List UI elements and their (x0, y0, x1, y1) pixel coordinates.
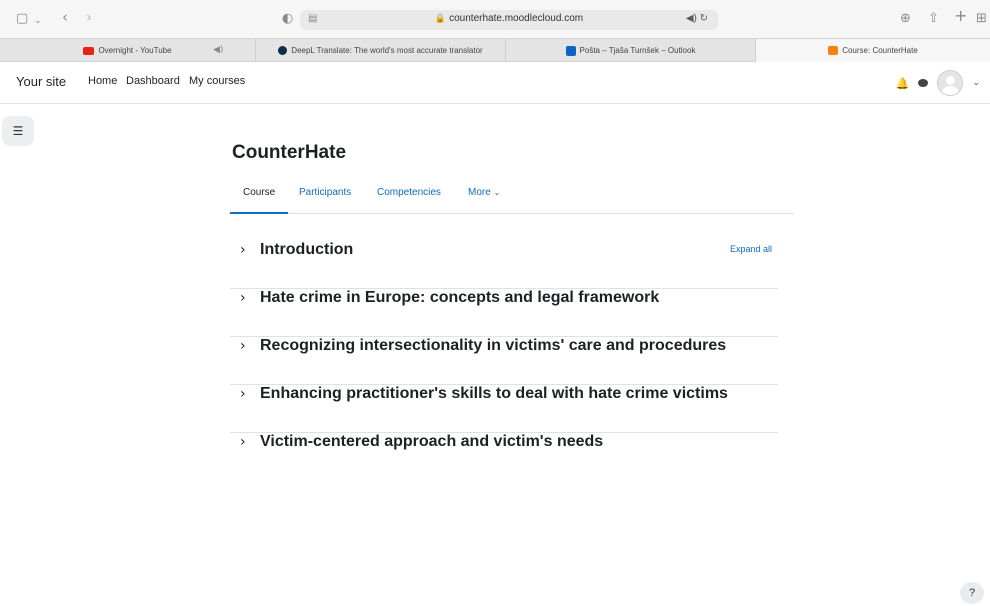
browser-toolbar: ▢ ⌄ ‹ › ◐ ▤ 🔒 counterhate.moodlecloud.com… (0, 0, 990, 38)
tab-label: Pošta – Tjaša Turnšek – Outlook (579, 46, 696, 55)
tab-participants[interactable]: Participants (299, 187, 351, 198)
section-title[interactable]: Victim-centered approach and victim's ne… (260, 433, 603, 451)
browser-tabs: Overnight - YouTube ◀) DeepL Translate: … (0, 38, 990, 62)
nav-home[interactable]: Home (88, 75, 117, 87)
section-title[interactable]: Introduction (260, 241, 353, 259)
deepl-icon (278, 46, 288, 55)
chevron-right-icon[interactable]: › (240, 241, 246, 259)
chevron-down-icon: ⌄ (493, 188, 501, 197)
user-avatar[interactable] (937, 70, 964, 96)
active-tab-indicator (230, 212, 288, 214)
chevron-down-icon[interactable]: ⌄ (34, 13, 42, 29)
new-tab-icon[interactable]: + (954, 8, 967, 24)
section-title[interactable]: Enhancing practitioner's skills to deal … (260, 385, 728, 403)
tab-overview-icon[interactable]: ⊞ (976, 11, 987, 27)
course-section[interactable]: › Enhancing practitioner's skills to dea… (230, 385, 778, 433)
user-nav-icons: 🔔 ⌄ (896, 70, 980, 96)
chevron-down-icon[interactable]: ⌄ (972, 78, 980, 88)
page-title: CounterHate (232, 142, 347, 163)
youtube-icon (83, 46, 95, 55)
address-bar[interactable]: ▤ 🔒 counterhate.moodlecloud.com ◀) ↻ (300, 10, 718, 30)
course-section[interactable]: › Introduction Expand all (230, 241, 778, 289)
speaker-icon[interactable]: ◀) (213, 45, 223, 55)
chevron-right-icon[interactable]: › (240, 385, 246, 403)
site-brand[interactable]: Your site (16, 74, 66, 89)
expand-all-link[interactable]: Expand all (730, 244, 772, 254)
tab-label: Overnight - YouTube (98, 46, 172, 55)
tab-more[interactable]: More ⌄ (468, 187, 500, 198)
course-section[interactable]: › Hate crime in Europe: concepts and leg… (230, 289, 778, 337)
chevron-right-icon[interactable]: › (240, 433, 246, 451)
tab-label: Course: CounterHate (842, 46, 918, 55)
sidebar-toggle-icon[interactable]: ▢ (16, 11, 28, 27)
nav-dashboard[interactable]: Dashboard (126, 75, 180, 87)
tab-deepl[interactable]: DeepL Translate: The world's most accura… (256, 39, 506, 62)
tab-label: DeepL Translate: The world's most accura… (291, 46, 483, 55)
back-icon[interactable]: ‹ (62, 9, 68, 25)
chevron-right-icon[interactable]: › (240, 289, 246, 307)
audio-reload-icons[interactable]: ◀) ↻ (686, 13, 708, 24)
list-icon: ☰ (12, 124, 24, 138)
lock-icon: 🔒 (434, 13, 447, 23)
nav-my-courses[interactable]: My courses (189, 75, 245, 87)
outlook-icon (565, 45, 576, 56)
forward-icon[interactable]: › (86, 9, 92, 25)
privacy-shield-icon[interactable]: ◐ (282, 11, 293, 27)
help-button[interactable]: ? (960, 582, 984, 604)
site-navbar: Your site Home Dashboard My courses 🔔 ⌄ (0, 62, 990, 104)
downloads-icon[interactable]: ⊕ (900, 11, 911, 27)
moodle-icon (828, 46, 839, 55)
course-section[interactable]: › Victim-centered approach and victim's … (230, 433, 778, 481)
bell-icon[interactable]: 🔔 (896, 77, 910, 90)
tab-more-label: More (468, 187, 491, 198)
course-index-toggle[interactable]: ☰ (2, 116, 34, 146)
tab-counterhate[interactable]: Course: CounterHate (756, 39, 990, 62)
url-text: counterhate.moodlecloud.com (449, 13, 584, 24)
tab-course[interactable]: Course (243, 187, 275, 198)
tab-competencies[interactable]: Competencies (377, 187, 441, 198)
section-title[interactable]: Hate crime in Europe: concepts and legal… (260, 289, 659, 307)
chevron-right-icon[interactable]: › (240, 337, 246, 355)
chat-icon[interactable] (918, 79, 929, 87)
tab-outlook[interactable]: Pošta – Tjaša Turnšek – Outlook (506, 39, 756, 62)
course-secondary-nav: Course Participants Competencies More ⌄ (230, 183, 794, 214)
course-section[interactable]: › Recognizing intersectionality in victi… (230, 337, 778, 385)
share-icon[interactable]: ⇧ (928, 11, 939, 27)
section-title[interactable]: Recognizing intersectionality in victims… (260, 337, 726, 355)
